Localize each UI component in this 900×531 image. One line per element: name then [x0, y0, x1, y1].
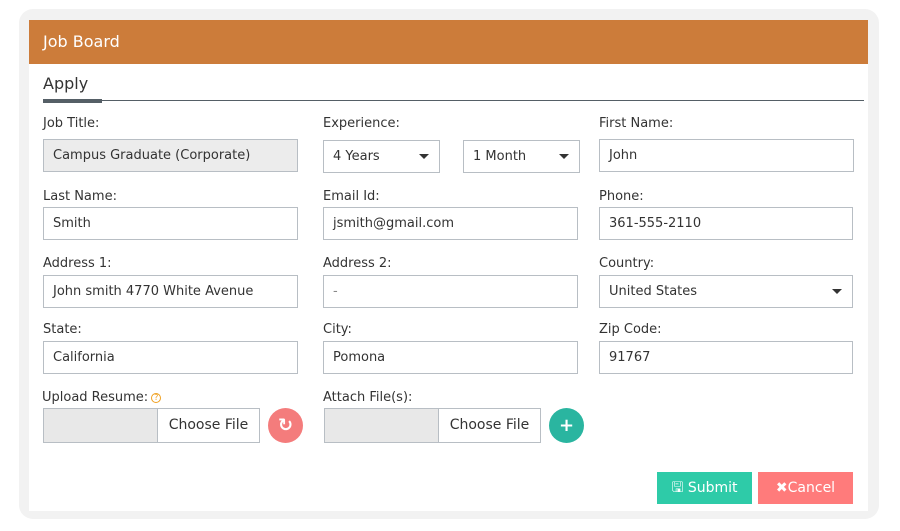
- chevron-down-icon: [832, 289, 842, 294]
- save-icon: 🖫: [671, 480, 684, 496]
- experience-months-value: 1 Month: [473, 149, 527, 164]
- last-name-input[interactable]: Smith: [43, 207, 298, 240]
- phone-input[interactable]: 361-555-2110: [599, 207, 853, 240]
- state-input[interactable]: California: [43, 341, 298, 374]
- card-header: Job Board: [29, 20, 868, 64]
- address2-label: Address 2:: [323, 256, 392, 271]
- resume-file-input[interactable]: Choose File: [43, 408, 260, 443]
- zip-label: Zip Code:: [599, 322, 662, 337]
- tab-apply[interactable]: Apply: [43, 74, 88, 93]
- experience-years-value: 4 Years: [333, 149, 380, 164]
- resume-choose-file-button[interactable]: Choose File: [158, 409, 259, 442]
- reset-icon: ↻: [277, 415, 294, 436]
- country-select[interactable]: United States: [599, 275, 853, 308]
- resume-file-name: [44, 409, 158, 442]
- submit-label: Submit: [687, 480, 738, 496]
- last-name-label: Last Name:: [43, 189, 117, 204]
- experience-years-select[interactable]: 4 Years: [323, 140, 440, 173]
- cancel-label: Cancel: [787, 480, 836, 496]
- chevron-down-icon: [419, 154, 429, 159]
- first-name-label: First Name:: [599, 116, 674, 131]
- plus-icon: +: [558, 415, 575, 436]
- experience-months-select[interactable]: 1 Month: [463, 140, 580, 173]
- help-icon[interactable]: ?: [151, 392, 162, 403]
- city-input[interactable]: Pomona: [323, 341, 578, 374]
- tab-divider: [43, 100, 864, 101]
- cancel-button[interactable]: ✖Cancel: [758, 472, 853, 504]
- zip-input[interactable]: 91767: [599, 341, 853, 374]
- country-value: United States: [609, 284, 698, 299]
- address1-label: Address 1:: [43, 256, 112, 271]
- job-title-field: Campus Graduate (Corporate): [43, 139, 298, 172]
- attach-files-label: Attach File(s):: [323, 390, 413, 405]
- address1-input[interactable]: John smith 4770 White Avenue: [43, 275, 298, 308]
- country-label: Country:: [599, 256, 655, 271]
- experience-label: Experience:: [323, 116, 400, 131]
- chevron-down-icon: [559, 154, 569, 159]
- city-label: City:: [323, 322, 352, 337]
- email-label: Email Id:: [323, 189, 380, 204]
- reset-resume-button[interactable]: ↻: [268, 408, 303, 443]
- first-name-input[interactable]: John: [599, 139, 854, 172]
- job-title-label: Job Title:: [43, 116, 100, 131]
- address2-input[interactable]: -: [323, 275, 578, 308]
- attach-file-name: [325, 409, 439, 442]
- close-icon: ✖: [775, 480, 788, 496]
- attach-file-input[interactable]: Choose File: [324, 408, 541, 443]
- add-attachment-button[interactable]: +: [549, 408, 584, 443]
- submit-button[interactable]: 🖫 Submit: [657, 472, 752, 504]
- attach-choose-file-button[interactable]: Choose File: [439, 409, 540, 442]
- state-label: State:: [43, 322, 82, 337]
- tab-active-indicator: [43, 99, 102, 103]
- upload-resume-text: Upload Resume:: [42, 390, 149, 405]
- email-input[interactable]: jsmith@gmail.com: [323, 207, 578, 240]
- upload-resume-label: Upload Resume:?: [42, 390, 162, 405]
- phone-label: Phone:: [599, 189, 644, 204]
